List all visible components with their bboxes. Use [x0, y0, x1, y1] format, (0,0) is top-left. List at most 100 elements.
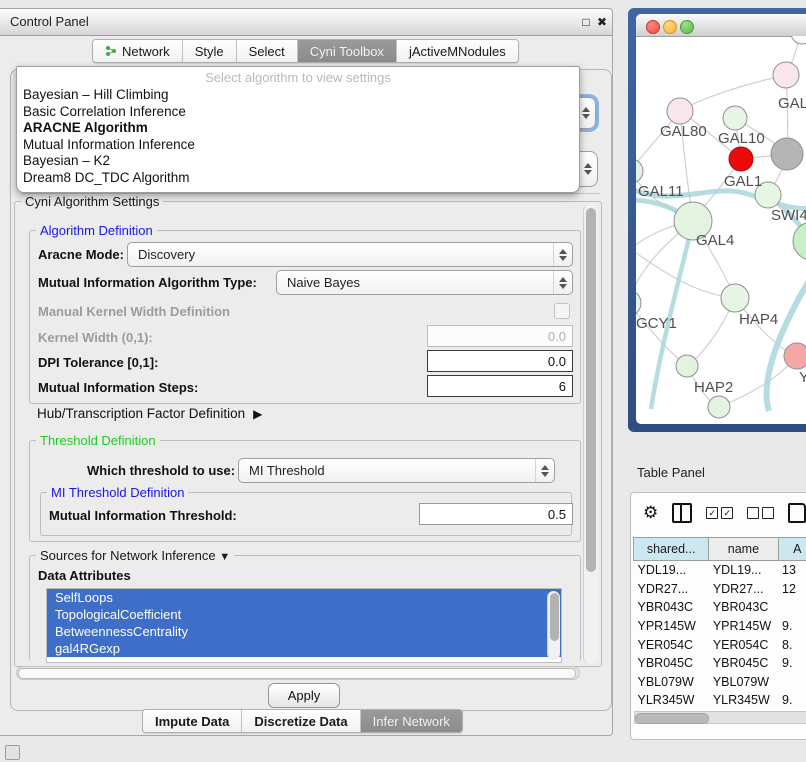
- column-header-partial[interactable]: A: [778, 538, 806, 561]
- combo-stepper-icon: [578, 152, 597, 186]
- table-row[interactable]: YER054CYER054C8.: [634, 635, 806, 654]
- close-panel-icon[interactable]: ✖: [594, 14, 610, 30]
- which-threshold-combo[interactable]: MI Threshold: [238, 458, 555, 483]
- control-panel-window: Control Panel □ ✖ Network Style S: [0, 8, 613, 736]
- mi-threshold-group-title: MI Threshold Definition: [47, 485, 188, 500]
- table-row[interactable]: YBL079WYBL079W: [634, 673, 806, 692]
- network-node[interactable]: [708, 396, 730, 418]
- sources-title: Sources for Network Inference ▼: [36, 548, 234, 563]
- kernel-width-label: Kernel Width (0,1):: [38, 330, 153, 345]
- network-node[interactable]: [771, 138, 803, 170]
- table-row[interactable]: YDR27...YDR27...12: [634, 580, 806, 599]
- node-table: shared... name A YDL19...YDL19...13 YDR2…: [633, 537, 806, 728]
- tab-impute-data[interactable]: Impute Data: [143, 710, 242, 732]
- dpi-tolerance-input[interactable]: 0.0: [427, 350, 573, 372]
- gear-icon[interactable]: ⚙: [643, 503, 658, 523]
- tab-jactivemnodules[interactable]: jActiveMNodules: [397, 40, 518, 62]
- network-node[interactable]: [793, 222, 806, 260]
- data-attributes-list[interactable]: SelfLoops TopologicalCoefficient Between…: [46, 588, 562, 663]
- network-node[interactable]: [773, 62, 799, 88]
- network-node-gal10[interactable]: [723, 106, 747, 130]
- algorithm-dropdown: Select algorithm to view settings Bayesi…: [16, 66, 580, 193]
- settings-horizontal-scrollbar[interactable]: [16, 666, 580, 680]
- network-node[interactable]: [784, 343, 806, 369]
- combo-stepper-icon: [553, 271, 572, 294]
- panel-toggle-icon[interactable]: [5, 745, 20, 760]
- table-horizontal-scrollbar[interactable]: [634, 711, 806, 724]
- control-panel-titlebar[interactable]: Control Panel □ ✖: [0, 9, 612, 36]
- list-item[interactable]: SelfLoops: [47, 589, 561, 606]
- network-node-hap4[interactable]: [721, 284, 749, 312]
- float-window-icon[interactable]: □: [578, 14, 594, 30]
- combo-stepper-icon: [553, 243, 572, 266]
- deselect-all-columns-icon[interactable]: [747, 507, 774, 519]
- list-item[interactable]: BetweennessCentrality: [47, 623, 561, 640]
- column-header-name[interactable]: name: [709, 538, 778, 561]
- tab-style[interactable]: Style: [183, 40, 237, 62]
- list-item[interactable]: TopologicalCoefficient: [47, 606, 561, 623]
- column-header-shared-name[interactable]: shared...: [634, 538, 709, 561]
- node-label: SWI4: [771, 207, 806, 224]
- mi-threshold-label: Mutual Information Threshold:: [49, 508, 237, 523]
- cyni-algorithm-settings-group: Cyni Algorithm Settings Algorithm Defini…: [14, 201, 602, 667]
- table-panel-title: Table Panel: [637, 465, 705, 480]
- network-view-window[interactable]: GAL GAL80 GAL10 GAL1 GAL11 SWI4 GAL4 GCY…: [636, 14, 806, 424]
- manual-kernel-label: Manual Kernel Width Definition: [38, 304, 230, 319]
- tab-infer-network[interactable]: Infer Network: [361, 710, 462, 732]
- algorithm-definition-group: Algorithm Definition Aracne Mode: Discov…: [29, 230, 581, 404]
- node-label: GAL1: [724, 173, 762, 190]
- sources-group: Sources for Network Inference ▼ Data Att…: [29, 555, 581, 661]
- tab-network[interactable]: Network: [93, 40, 183, 62]
- table-panel-card: ⚙ ✓✓ shared... name A YDL19...YDL19...13: [630, 492, 806, 740]
- table-panel-header: Table Panel: [620, 456, 806, 488]
- table-row[interactable]: YBR043CYBR043C: [634, 598, 806, 617]
- node-label: HAP2: [694, 379, 733, 396]
- mi-algorithm-type-combo[interactable]: Naive Bayes: [276, 270, 573, 295]
- dropdown-prompt: Select algorithm to view settings: [17, 67, 579, 87]
- dropdown-item-bayesian-hill-climbing[interactable]: Bayesian – Hill Climbing: [17, 87, 579, 104]
- network-node-gal80[interactable]: [667, 98, 693, 124]
- network-node-gal11[interactable]: [636, 159, 643, 183]
- network-window-titlebar[interactable]: [636, 14, 806, 37]
- table-row[interactable]: YPR145WYPR145W9.: [634, 617, 806, 636]
- dropdown-item-basic-correlation[interactable]: Basic Correlation Inference: [17, 104, 579, 121]
- minimize-window-icon[interactable]: [663, 20, 677, 34]
- network-canvas[interactable]: GAL GAL80 GAL10 GAL1 GAL11 SWI4 GAL4 GCY…: [636, 36, 806, 424]
- divider: [22, 193, 600, 194]
- table-row[interactable]: YLR345WYLR345W9.: [634, 691, 806, 710]
- list-scrollbar[interactable]: [547, 591, 560, 660]
- network-node[interactable]: [791, 36, 806, 44]
- settings-vertical-scrollbar[interactable]: [583, 204, 598, 664]
- select-all-columns-icon[interactable]: ✓✓: [706, 507, 733, 519]
- apply-button[interactable]: Apply: [268, 683, 340, 708]
- kernel-width-input[interactable]: 0.0: [427, 325, 573, 347]
- node-label: GAL80: [660, 123, 707, 140]
- expanded-arrow-icon[interactable]: ▼: [219, 551, 230, 563]
- table-row[interactable]: YBR045CYBR045C9.: [634, 654, 806, 673]
- tab-discretize-data[interactable]: Discretize Data: [242, 710, 360, 732]
- zoom-window-icon[interactable]: [680, 20, 694, 34]
- tab-cyni-toolbox[interactable]: Cyni Toolbox: [298, 40, 397, 62]
- dpi-tolerance-label: DPI Tolerance [0,1]:: [38, 355, 158, 370]
- manual-kernel-checkbox[interactable]: [554, 303, 570, 319]
- algorithm-definition-title: Algorithm Definition: [36, 223, 157, 238]
- list-item[interactable]: gal4RGexp: [47, 640, 561, 657]
- hub-definition-toggle[interactable]: Hub/Transcription Factor Definition ▶: [37, 406, 262, 421]
- dropdown-item-bayesian-k2[interactable]: Bayesian – K2: [17, 153, 579, 170]
- network-node-hap2[interactable]: [676, 355, 698, 377]
- dropdown-item-aracne[interactable]: ARACNE Algorithm: [17, 120, 579, 137]
- network-node-gcy1[interactable]: [636, 290, 641, 316]
- new-table-icon[interactable]: [788, 503, 806, 523]
- mi-threshold-input[interactable]: 0.5: [419, 503, 573, 525]
- dropdown-item-dream8[interactable]: Dream8 DC_TDC Algorithm: [17, 170, 579, 187]
- tab-select[interactable]: Select: [237, 40, 298, 62]
- dropdown-item-mutual-information[interactable]: Mutual Information Inference: [17, 137, 579, 154]
- network-node-gal1-red[interactable]: [729, 147, 753, 171]
- mi-type-label: Mutual Information Algorithm Type:: [38, 275, 257, 290]
- table-row[interactable]: YDL19...YDL19...13: [634, 561, 806, 580]
- split-columns-icon[interactable]: [672, 503, 692, 523]
- aracne-mode-label: Aracne Mode:: [38, 247, 124, 262]
- mi-steps-input[interactable]: 6: [427, 375, 573, 397]
- aracne-mode-combo[interactable]: Discovery: [127, 242, 573, 267]
- close-window-icon[interactable]: [646, 20, 660, 34]
